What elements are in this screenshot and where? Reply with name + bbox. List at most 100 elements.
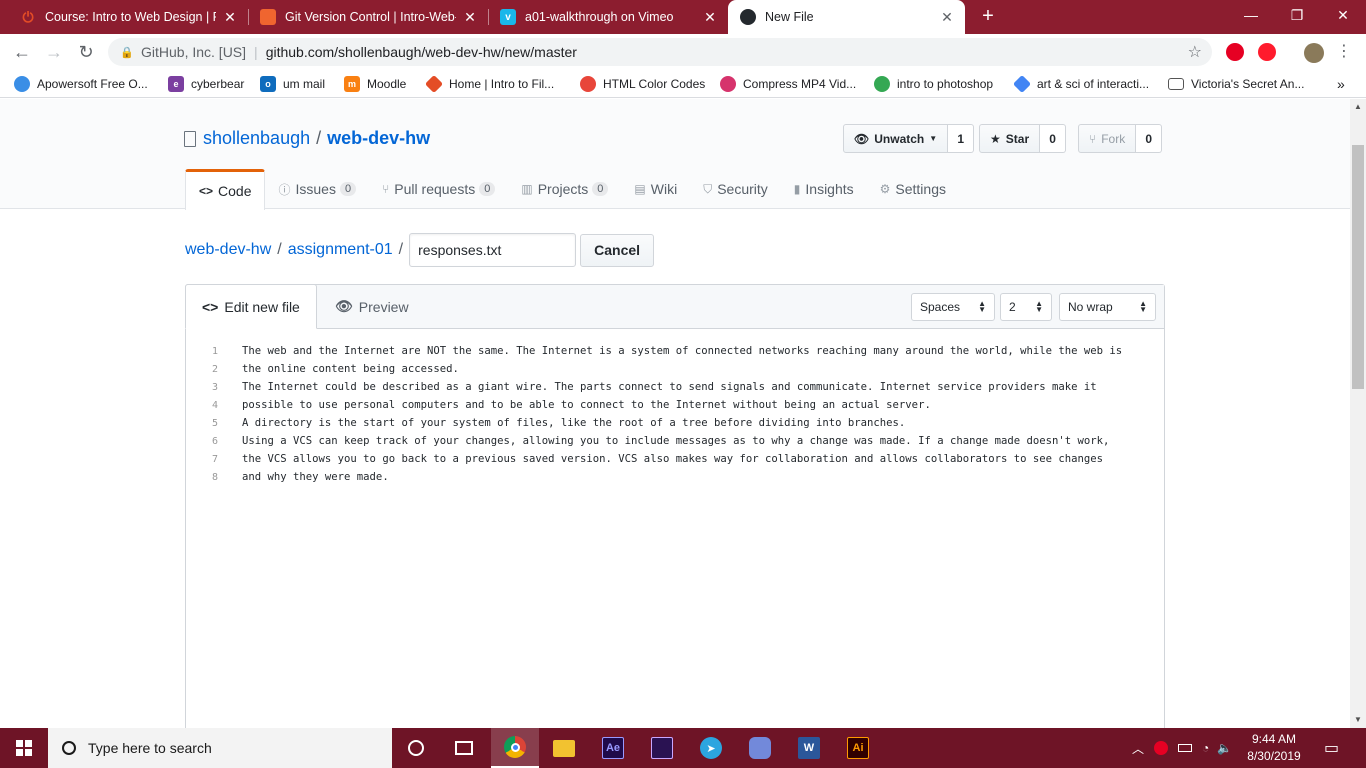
code-line[interactable]: 3 The Internet could be described as a gi… [186, 378, 1164, 396]
tab-issues[interactable]: ⓘ Issues 0 [265, 169, 369, 209]
line-text[interactable]: possible to use personal computers and t… [230, 399, 931, 411]
bookmark-star-icon[interactable]: ☆ [1188, 42, 1202, 62]
watch-count[interactable]: 1 [948, 124, 975, 153]
line-text[interactable]: The Internet could be described as a gia… [230, 381, 1097, 393]
line-text[interactable]: the online content being accessed. [230, 363, 459, 375]
tray-app-icon[interactable] [1154, 741, 1169, 755]
browser-tab-vimeo[interactable]: v a01-walkthrough on Vimeo ✕ [488, 0, 728, 34]
star-count[interactable]: 0 [1040, 124, 1067, 153]
scroll-down-icon[interactable]: ▼ [1350, 712, 1366, 728]
back-icon[interactable]: ← [10, 40, 34, 64]
breadcrumb-repo-link[interactable]: web-dev-hw [185, 241, 271, 259]
site-identity[interactable]: GitHub, Inc. [US] [141, 44, 246, 60]
code-line[interactable]: 6 Using a VCS can keep track of your chan… [186, 432, 1164, 450]
tab-settings[interactable]: ⚙ Settings [867, 169, 959, 209]
indent-size-select[interactable]: 2 ▲ ▼ [1000, 293, 1052, 321]
bookmark-item[interactable]: e cyberbear [168, 75, 244, 93]
pinterest-icon[interactable] [1226, 43, 1244, 61]
cancel-button[interactable]: Cancel [580, 233, 655, 267]
code-line[interactable]: 4 possible to use personal computers and … [186, 396, 1164, 414]
close-window-button[interactable]: ✕ [1320, 0, 1366, 30]
tab-insights[interactable]: ▮ Insights [781, 169, 867, 209]
bookmark-item[interactable]: Home | Intro to Fil... [424, 74, 554, 94]
unwatch-button[interactable]: 👁 Unwatch ▼ [843, 124, 949, 153]
minimize-button[interactable]: — [1228, 0, 1274, 30]
close-tab-icon[interactable]: ✕ [702, 9, 718, 26]
url-text[interactable]: github.com/shollenbaugh/web-dev-hw/new/m… [266, 44, 577, 60]
bookmark-item[interactable]: Victoria's Secret An... [1168, 75, 1304, 93]
repo-name-link[interactable]: web-dev-hw [327, 128, 430, 149]
scroll-thumb[interactable] [1352, 145, 1364, 389]
forward-icon[interactable]: → [42, 40, 66, 64]
file-explorer-icon[interactable] [540, 728, 588, 768]
line-text[interactable]: The web and the Internet are NOT the sam… [230, 345, 1122, 357]
telegram-icon[interactable]: ➤ [687, 728, 735, 768]
code-line[interactable]: 7 the VCS allows you to go back to a prev… [186, 450, 1164, 468]
line-text[interactable]: the VCS allows you to go back to a previ… [230, 453, 1103, 465]
chevron-up-icon[interactable]: ︿ [1132, 740, 1144, 757]
menu-icon[interactable]: ⋮ [1332, 40, 1356, 64]
wifi-icon[interactable]: ◔ [1202, 741, 1209, 755]
close-tab-icon[interactable]: ✕ [462, 9, 478, 26]
close-tab-icon[interactable]: ✕ [222, 9, 238, 26]
address-bar[interactable]: 🔒 GitHub, Inc. [US] | github.com/shollen… [108, 38, 1212, 66]
restore-button[interactable]: ❐ [1274, 0, 1320, 30]
more-bookmarks-button[interactable]: » [1337, 75, 1345, 93]
discord-icon[interactable] [736, 728, 784, 768]
wrap-mode-select[interactable]: No wrap ▲ ▼ [1059, 293, 1156, 321]
star-button[interactable]: ★ Star [979, 124, 1041, 153]
code-line[interactable]: 8 and why they were made. [186, 468, 1164, 486]
bookmark-item[interactable]: o um mail [260, 75, 325, 93]
task-view-icon[interactable] [440, 728, 488, 768]
bookmark-item[interactable]: intro to photoshop [874, 75, 993, 93]
code-area[interactable]: 1 The web and the Internet are NOT the sa… [186, 342, 1164, 486]
start-button[interactable] [0, 728, 48, 768]
tab-security[interactable]: ⛉ Security [690, 169, 781, 209]
clock[interactable]: 9:44 AM 8/30/2019 [1244, 731, 1304, 765]
line-text[interactable]: and why they were made. [230, 471, 389, 483]
fork-count[interactable]: 0 [1136, 124, 1163, 153]
filename-input[interactable] [409, 233, 577, 267]
line-text[interactable]: Using a VCS can keep track of your chang… [230, 435, 1109, 447]
close-tab-icon[interactable]: ✕ [939, 9, 955, 26]
tab-pull-requests[interactable]: ⑂ Pull requests 0 [369, 169, 508, 209]
taskbar-search[interactable]: Type here to search [48, 728, 392, 768]
avatar[interactable] [1304, 43, 1324, 63]
chrome-icon[interactable] [491, 728, 539, 768]
tab-code[interactable]: <> Code [185, 169, 266, 210]
browser-tab-new-file[interactable]: New File ✕ [728, 0, 965, 34]
cortana-icon[interactable] [392, 728, 440, 768]
word-icon[interactable]: W [785, 728, 833, 768]
code-line[interactable]: 5 A directory is the start of your system… [186, 414, 1164, 432]
tab-wiki[interactable]: ▤ Wiki [621, 169, 690, 209]
gear-icon: ⚙ [879, 182, 891, 196]
tab-preview[interactable]: 👁 Preview [319, 284, 425, 329]
bookmark-item[interactable]: Compress MP4 Vid... [720, 75, 856, 93]
code-line[interactable]: 2 the online content being accessed. [186, 360, 1164, 378]
bookmark-item[interactable]: art & sci of interacti... [1012, 74, 1149, 94]
fork-button[interactable]: ⑂ Fork [1078, 124, 1137, 153]
after-effects-icon[interactable]: Ae [589, 728, 637, 768]
tab-edit-new-file[interactable]: <> Edit new file [185, 284, 317, 329]
new-tab-button[interactable]: + [977, 5, 999, 29]
browser-tab-course[interactable]: ⏻ Course: Intro to Web Design | Fal ✕ [8, 0, 248, 34]
volume-icon[interactable]: 🔈 [1217, 741, 1232, 755]
opera-icon[interactable] [1258, 43, 1276, 61]
browser-tab-git[interactable]: Git Version Control | Intro-Web-D ✕ [248, 0, 488, 34]
illustrator-icon[interactable]: Ai [834, 728, 882, 768]
repo-owner-link[interactable]: shollenbaugh [203, 128, 310, 149]
scroll-up-icon[interactable]: ▲ [1350, 99, 1366, 115]
reload-icon[interactable]: ↻ [74, 40, 98, 64]
line-text[interactable]: A directory is the start of your system … [230, 417, 905, 429]
battery-icon[interactable] [1178, 744, 1193, 752]
indent-mode-select[interactable]: Spaces ▲ ▼ [911, 293, 995, 321]
bookmark-item[interactable]: HTML Color Codes [580, 75, 705, 93]
code-line[interactable]: 1 The web and the Internet are NOT the sa… [186, 342, 1164, 360]
notifications-icon[interactable]: ▭ [1324, 728, 1339, 768]
bookmark-item[interactable]: Apowersoft Free O... [14, 75, 148, 93]
bookmark-item[interactable]: m Moodle [344, 75, 406, 93]
breadcrumb-folder-link[interactable]: assignment-01 [288, 241, 393, 259]
premiere-icon[interactable] [638, 728, 686, 768]
page-scrollbar[interactable]: ▲ ▼ [1350, 99, 1366, 728]
tab-projects[interactable]: ▥ Projects 0 [508, 169, 621, 209]
